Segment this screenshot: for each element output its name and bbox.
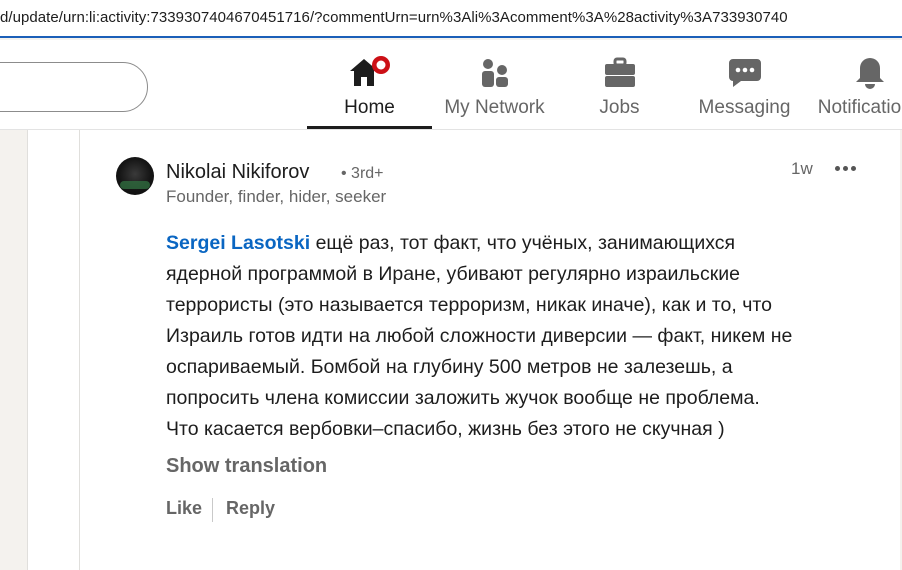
like-button[interactable]: Like (166, 498, 202, 519)
author-name[interactable]: Nikolai Nikiforov (166, 161, 309, 184)
reply-button[interactable]: Reply (226, 498, 275, 519)
nav-messaging[interactable]: Messaging (682, 40, 807, 129)
comment-line: террористы (это называется терроризм, ни… (166, 294, 772, 316)
comment-line: ядерной программой в Иране, убивают регу… (166, 263, 740, 285)
comment-line: оспариваемый. Бомбой на глубину 500 метр… (166, 356, 733, 378)
address-bar[interactable]: d/update/urn:li:activity:733930740467045… (0, 0, 902, 38)
briefcase-icon (603, 56, 637, 95)
bell-icon (853, 56, 887, 95)
comment-line: Израиль готов идти на любой сложности ди… (166, 325, 793, 347)
comment-line: Что касается вербовки–спасибо, жизнь без… (166, 418, 725, 440)
nav-messaging-label: Messaging (698, 97, 791, 118)
connection-degree: • 3rd+ (341, 165, 384, 182)
more-options-button[interactable] (832, 156, 860, 180)
nav-notifications[interactable]: Notifications (807, 40, 902, 129)
avatar[interactable] (116, 157, 154, 195)
url-text[interactable]: d/update/urn:li:activity:733930740467045… (0, 9, 788, 26)
avatar-badge (120, 181, 150, 189)
network-icon (478, 56, 512, 95)
more-dot-icon (851, 166, 856, 171)
nav-notifications-label: Notifications (817, 97, 902, 118)
comment-line: попросить члена комиссии заложить жучок … (166, 387, 760, 409)
comment-timestamp: 1w (791, 159, 813, 178)
comment-line: Sergei Lasotski ещё раз, тот факт, что у… (166, 232, 736, 254)
nav-home[interactable]: Home (307, 40, 432, 129)
nav-my-network-label: My Network (444, 97, 545, 118)
nav-my-network[interactable]: My Network (432, 40, 557, 129)
more-dot-icon (835, 166, 840, 171)
search-input[interactable] (0, 62, 148, 112)
nav-jobs[interactable]: Jobs (557, 40, 682, 129)
action-divider (212, 498, 213, 522)
author-headline: Founder, finder, hider, seeker (166, 187, 387, 206)
message-icon (727, 56, 763, 95)
home-icon (347, 56, 393, 97)
comment-body: Sergei Lasotski ещё раз, тот факт, что у… (166, 228, 886, 445)
top-nav: Home My Network Jobs Messaging Notificat… (0, 40, 902, 130)
more-dot-icon (843, 166, 848, 171)
show-translation-button[interactable]: Show translation (166, 455, 327, 478)
mention-link[interactable]: Sergei Lasotski (166, 232, 310, 254)
nav-jobs-label: Jobs (599, 97, 640, 118)
nav-home-label: Home (344, 97, 395, 118)
